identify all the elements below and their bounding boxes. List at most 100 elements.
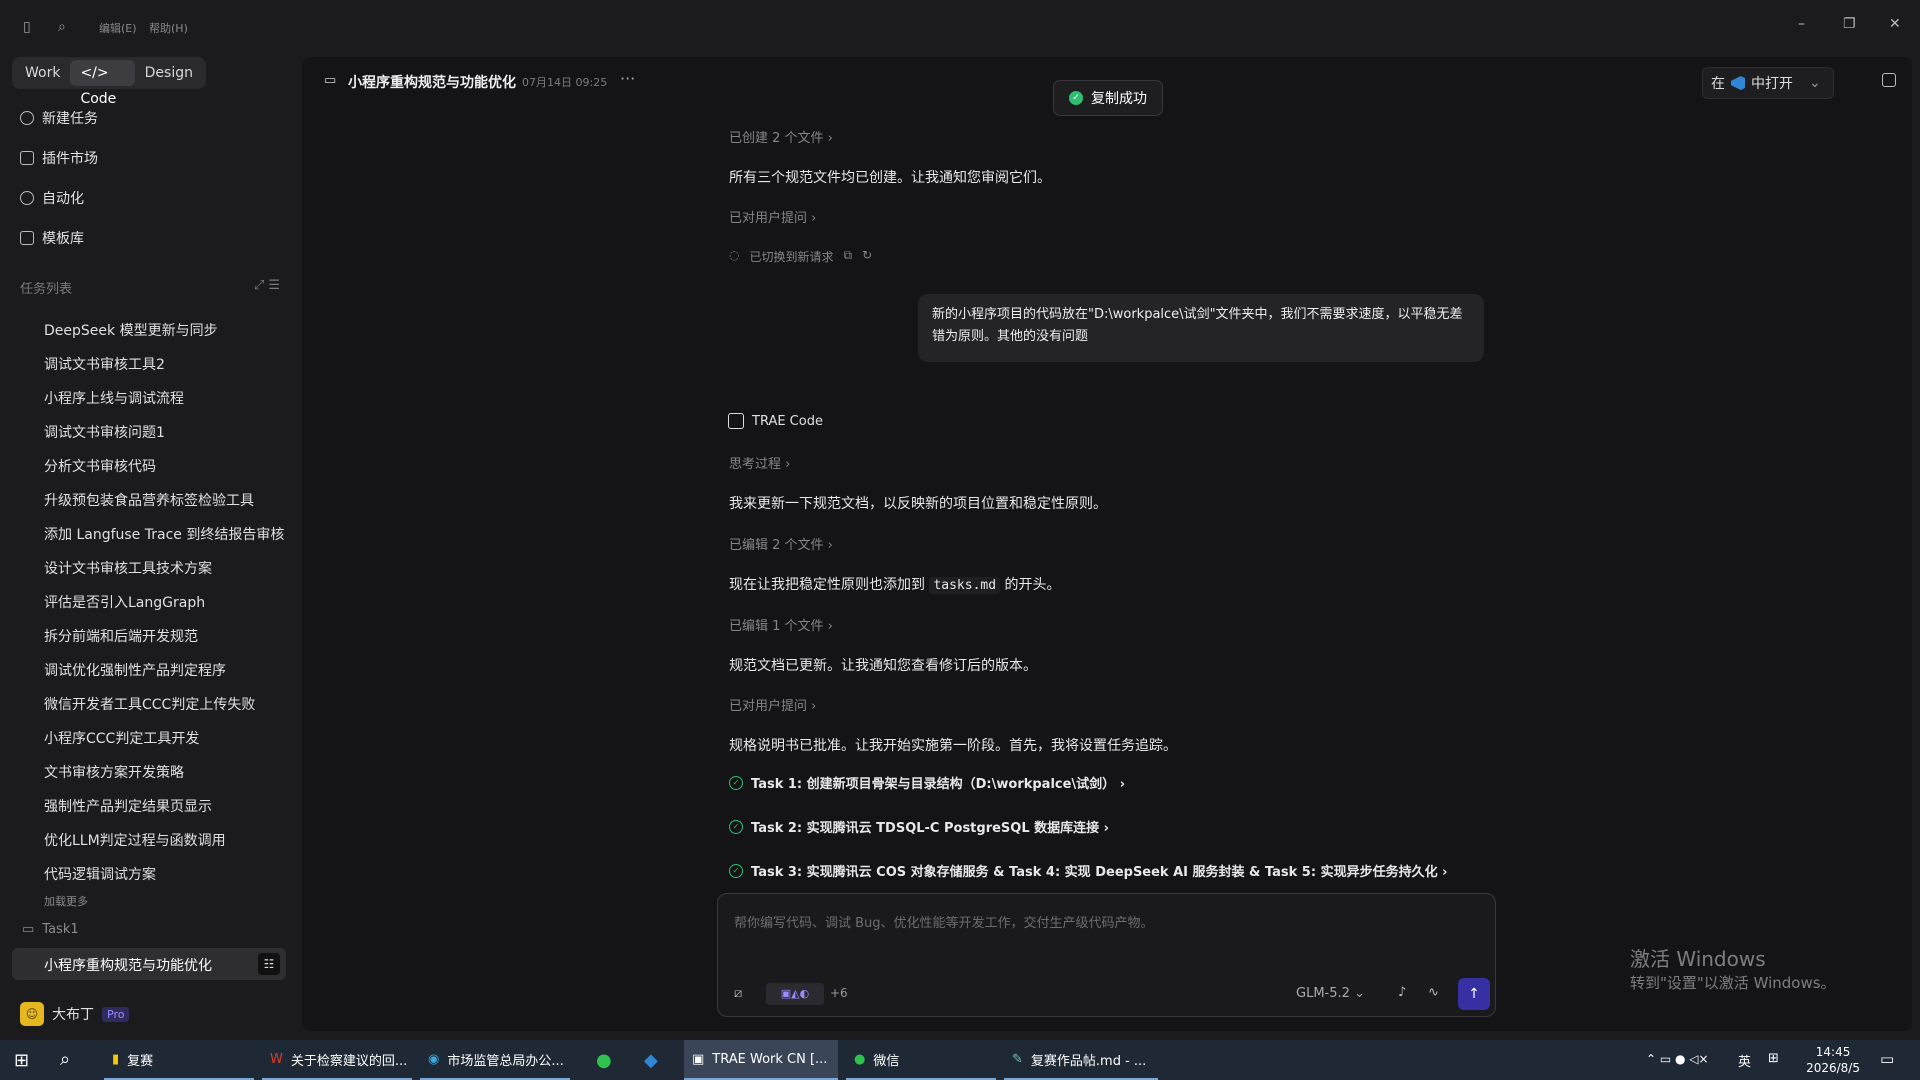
chat-icon: ▭ xyxy=(324,73,337,88)
nav-plugin-market[interactable]: 插件市场 xyxy=(20,148,98,168)
toast-text: 复制成功 xyxy=(1091,91,1147,107)
trae-icon xyxy=(728,413,744,429)
vscode-icon xyxy=(1731,76,1745,90)
nav-templates[interactable]: 模板库 xyxy=(20,228,84,248)
asked-user-link[interactable]: 已对用户提问 › xyxy=(729,695,816,714)
clock[interactable]: 14:45 2026/8/5 xyxy=(1806,1044,1860,1076)
agent-label: TRAE Code xyxy=(728,413,823,429)
active-task-label: 小程序重构规范与功能优化 xyxy=(44,958,212,974)
nav-automation[interactable]: 自动化 xyxy=(20,188,84,208)
sidebar-toggle-icon[interactable]: ▯ xyxy=(23,19,31,35)
task-list-item[interactable]: 添加 Langfuse Trace 到终结报告审核 xyxy=(44,524,284,544)
filter-icon[interactable]: ⤢ ☰ xyxy=(254,278,280,297)
taskbar-wechat[interactable]: ● xyxy=(588,1040,628,1080)
task-list-item[interactable]: 分析文书审核代码 xyxy=(44,456,156,476)
tab-design[interactable]: Design xyxy=(135,60,203,86)
layout-panel-icon[interactable] xyxy=(1882,73,1896,87)
wechat-icon: ● xyxy=(596,1049,612,1071)
plugin-icons[interactable]: ▣◭◐ xyxy=(766,983,824,1005)
nav-new-task[interactable]: 新建任务 xyxy=(20,108,98,128)
model-selector[interactable]: GLM-5.2 ⌄ xyxy=(1296,986,1365,1001)
ime-indicator[interactable]: 英 xyxy=(1738,1051,1751,1070)
task-list-item[interactable]: 小程序CCC判定工具开发 xyxy=(44,728,199,748)
user-name: 大布丁 xyxy=(52,1007,94,1023)
tab-work[interactable]: Work xyxy=(15,60,70,86)
plugin-count[interactable]: +6 xyxy=(830,986,848,1000)
chat-input-placeholder[interactable]: 帮你编写代码、调试 Bug、优化性能等开发工作，交付生产级代码产物。 xyxy=(734,912,1154,931)
taskbar-app[interactable]: ◉ 市场监管总局办公... xyxy=(420,1040,570,1080)
windows-start-icon[interactable]: ⊞ xyxy=(14,1050,29,1071)
task-list-item[interactable]: 优化LLM判定过程与函数调用 xyxy=(44,830,226,850)
nav-label: 插件市场 xyxy=(42,151,98,167)
task-list-item[interactable]: 调试文书审核问题1 xyxy=(44,422,165,442)
task-list-item[interactable]: 调试优化强制性产品判定程序 xyxy=(44,660,226,680)
refresh-icon[interactable]: ↻ xyxy=(862,248,872,265)
edited-files-link[interactable]: 已编辑 2 个文件 › xyxy=(729,534,833,553)
notepad-icon: ✎ xyxy=(1012,1051,1023,1067)
task-list-item[interactable]: 评估是否引入LangGraph xyxy=(44,592,205,612)
windows-taskbar: ⊞ ⌕ ▮ 复赛 W 关于检察建议的回... ◉ 市场监管总局办公... ● ◆ ▣ T… xyxy=(0,1040,1920,1080)
task-list-item[interactable]: 小程序上线与调试流程 xyxy=(44,388,184,408)
menu-edit[interactable]: 编辑(E) xyxy=(99,20,137,36)
chevron-down-icon[interactable]: ⌄ xyxy=(1809,75,1821,91)
task-item[interactable]: ✓ Task 1: 创建新项目骨架与目录结构（D:\workpalce\试剑） › xyxy=(729,773,1125,792)
send-button[interactable]: ↑ xyxy=(1458,978,1490,1010)
nav-label: 模板库 xyxy=(42,231,84,247)
new-task-icon xyxy=(20,111,34,125)
thinking-toggle[interactable]: 思考过程 › xyxy=(729,453,790,472)
taskbar-app[interactable]: ✎ 复赛作品帖.md - ... xyxy=(1004,1040,1158,1080)
task-list-item[interactable]: 强制性产品判定结果页显示 xyxy=(44,796,212,816)
menu-help[interactable]: 帮助(H) xyxy=(149,20,188,36)
template-icon xyxy=(20,231,34,245)
clock-icon xyxy=(20,191,34,205)
voice-wave-icon[interactable]: ∿ xyxy=(1428,985,1439,1000)
vscode-icon: ◆ xyxy=(644,1049,658,1071)
more-options-icon[interactable]: ··· xyxy=(620,69,635,88)
task-list-item[interactable]: 拆分前端和后端开发规范 xyxy=(44,626,198,646)
keyboard-icon[interactable]: ⊞ xyxy=(1768,1051,1779,1066)
switch-icon: ◌ xyxy=(729,248,740,262)
search-icon[interactable]: ⌕ xyxy=(58,19,66,35)
user-profile[interactable]: ☺ 大布丁 Pro xyxy=(20,1002,130,1026)
edited-file-link[interactable]: 已编辑 1 个文件 › xyxy=(729,615,833,634)
close-icon[interactable]: ✕ xyxy=(1889,16,1901,32)
taskbar-app-label: 市场监管总局办公... xyxy=(447,1053,564,1069)
tab-code[interactable]: </> Code xyxy=(70,60,135,107)
restore-icon[interactable]: ❐ xyxy=(1843,16,1856,32)
taskbar-app-label: 复赛 xyxy=(127,1053,154,1069)
open-prefix: 在 xyxy=(1711,76,1725,92)
folder-task1[interactable]: ▭ Task1 xyxy=(22,922,79,937)
load-more-link[interactable]: 加载更多 xyxy=(44,893,88,909)
toast-notification: ✓ 复制成功 xyxy=(1053,80,1163,116)
task-list-item[interactable]: 微信开发者工具CCC判定上传失败 xyxy=(44,694,255,714)
minimize-icon[interactable]: – xyxy=(1798,16,1805,32)
taskbar-app-active[interactable]: ▣ TRAE Work CN [... xyxy=(684,1040,838,1080)
taskbar-app[interactable]: ● 微信 xyxy=(846,1040,996,1080)
taskbar-app[interactable]: W 关于检察建议的回... xyxy=(262,1040,412,1080)
search-icon[interactable]: ⌕ xyxy=(60,1049,70,1070)
task-item[interactable]: ✓ Task 3: 实现腾讯云 COS 对象存储服务 & Task 4: 实现 D… xyxy=(729,861,1447,880)
asked-user-link[interactable]: 已对用户提问 › xyxy=(729,207,816,226)
taskbar-vscode[interactable]: ◆ xyxy=(636,1040,676,1080)
task-list-item[interactable]: 升级预包装食品营养标签检验工具 xyxy=(44,490,254,510)
task-done-icon: ✓ xyxy=(729,863,743,878)
task-list-item[interactable]: 文书审核方案开发策略 xyxy=(44,762,184,782)
task-list-item[interactable]: 调试文书审核工具2 xyxy=(44,354,165,374)
task-item[interactable]: ✓ Task 2: 实现腾讯云 TDSQL-C PostgreSQL 数据库连接 … xyxy=(729,817,1109,836)
tray-icons[interactable]: ⌃ ▭ ● ◁× xyxy=(1646,1052,1709,1066)
slash-command-icon[interactable]: ⧄ xyxy=(734,986,742,1001)
mic-icon[interactable]: ♪ xyxy=(1398,985,1406,1000)
taskbar-app[interactable]: ▮ 复赛 xyxy=(104,1040,254,1080)
open-in-vscode-button[interactable]: 在 中打开 ⌄ xyxy=(1702,67,1834,99)
copy-icon[interactable]: ⧉ xyxy=(844,248,853,265)
pro-badge: Pro xyxy=(102,1006,130,1022)
task-list-icon[interactable]: ☷ xyxy=(258,953,280,975)
notification-icon[interactable]: ▭ xyxy=(1880,1050,1894,1068)
switched-request-row: ◌ 已切换到新请求 ⧉ ↻ xyxy=(729,248,872,265)
task-list-item[interactable]: 设计文书审核工具技术方案 xyxy=(44,558,212,578)
chat-input-box[interactable]: 帮你编写代码、调试 Bug、优化性能等开发工作，交付生产级代码产物。 ⧄ ▣◭◐… xyxy=(717,893,1496,1017)
active-task-item[interactable]: 小程序重构规范与功能优化 ☷ xyxy=(12,948,286,980)
task-list-item[interactable]: DeepSeek 模型更新与同步 xyxy=(44,320,218,340)
created-files-link[interactable]: 已创建 2 个文件 › xyxy=(729,127,833,146)
task-list-item[interactable]: 代码逻辑调试方案 xyxy=(44,864,156,884)
